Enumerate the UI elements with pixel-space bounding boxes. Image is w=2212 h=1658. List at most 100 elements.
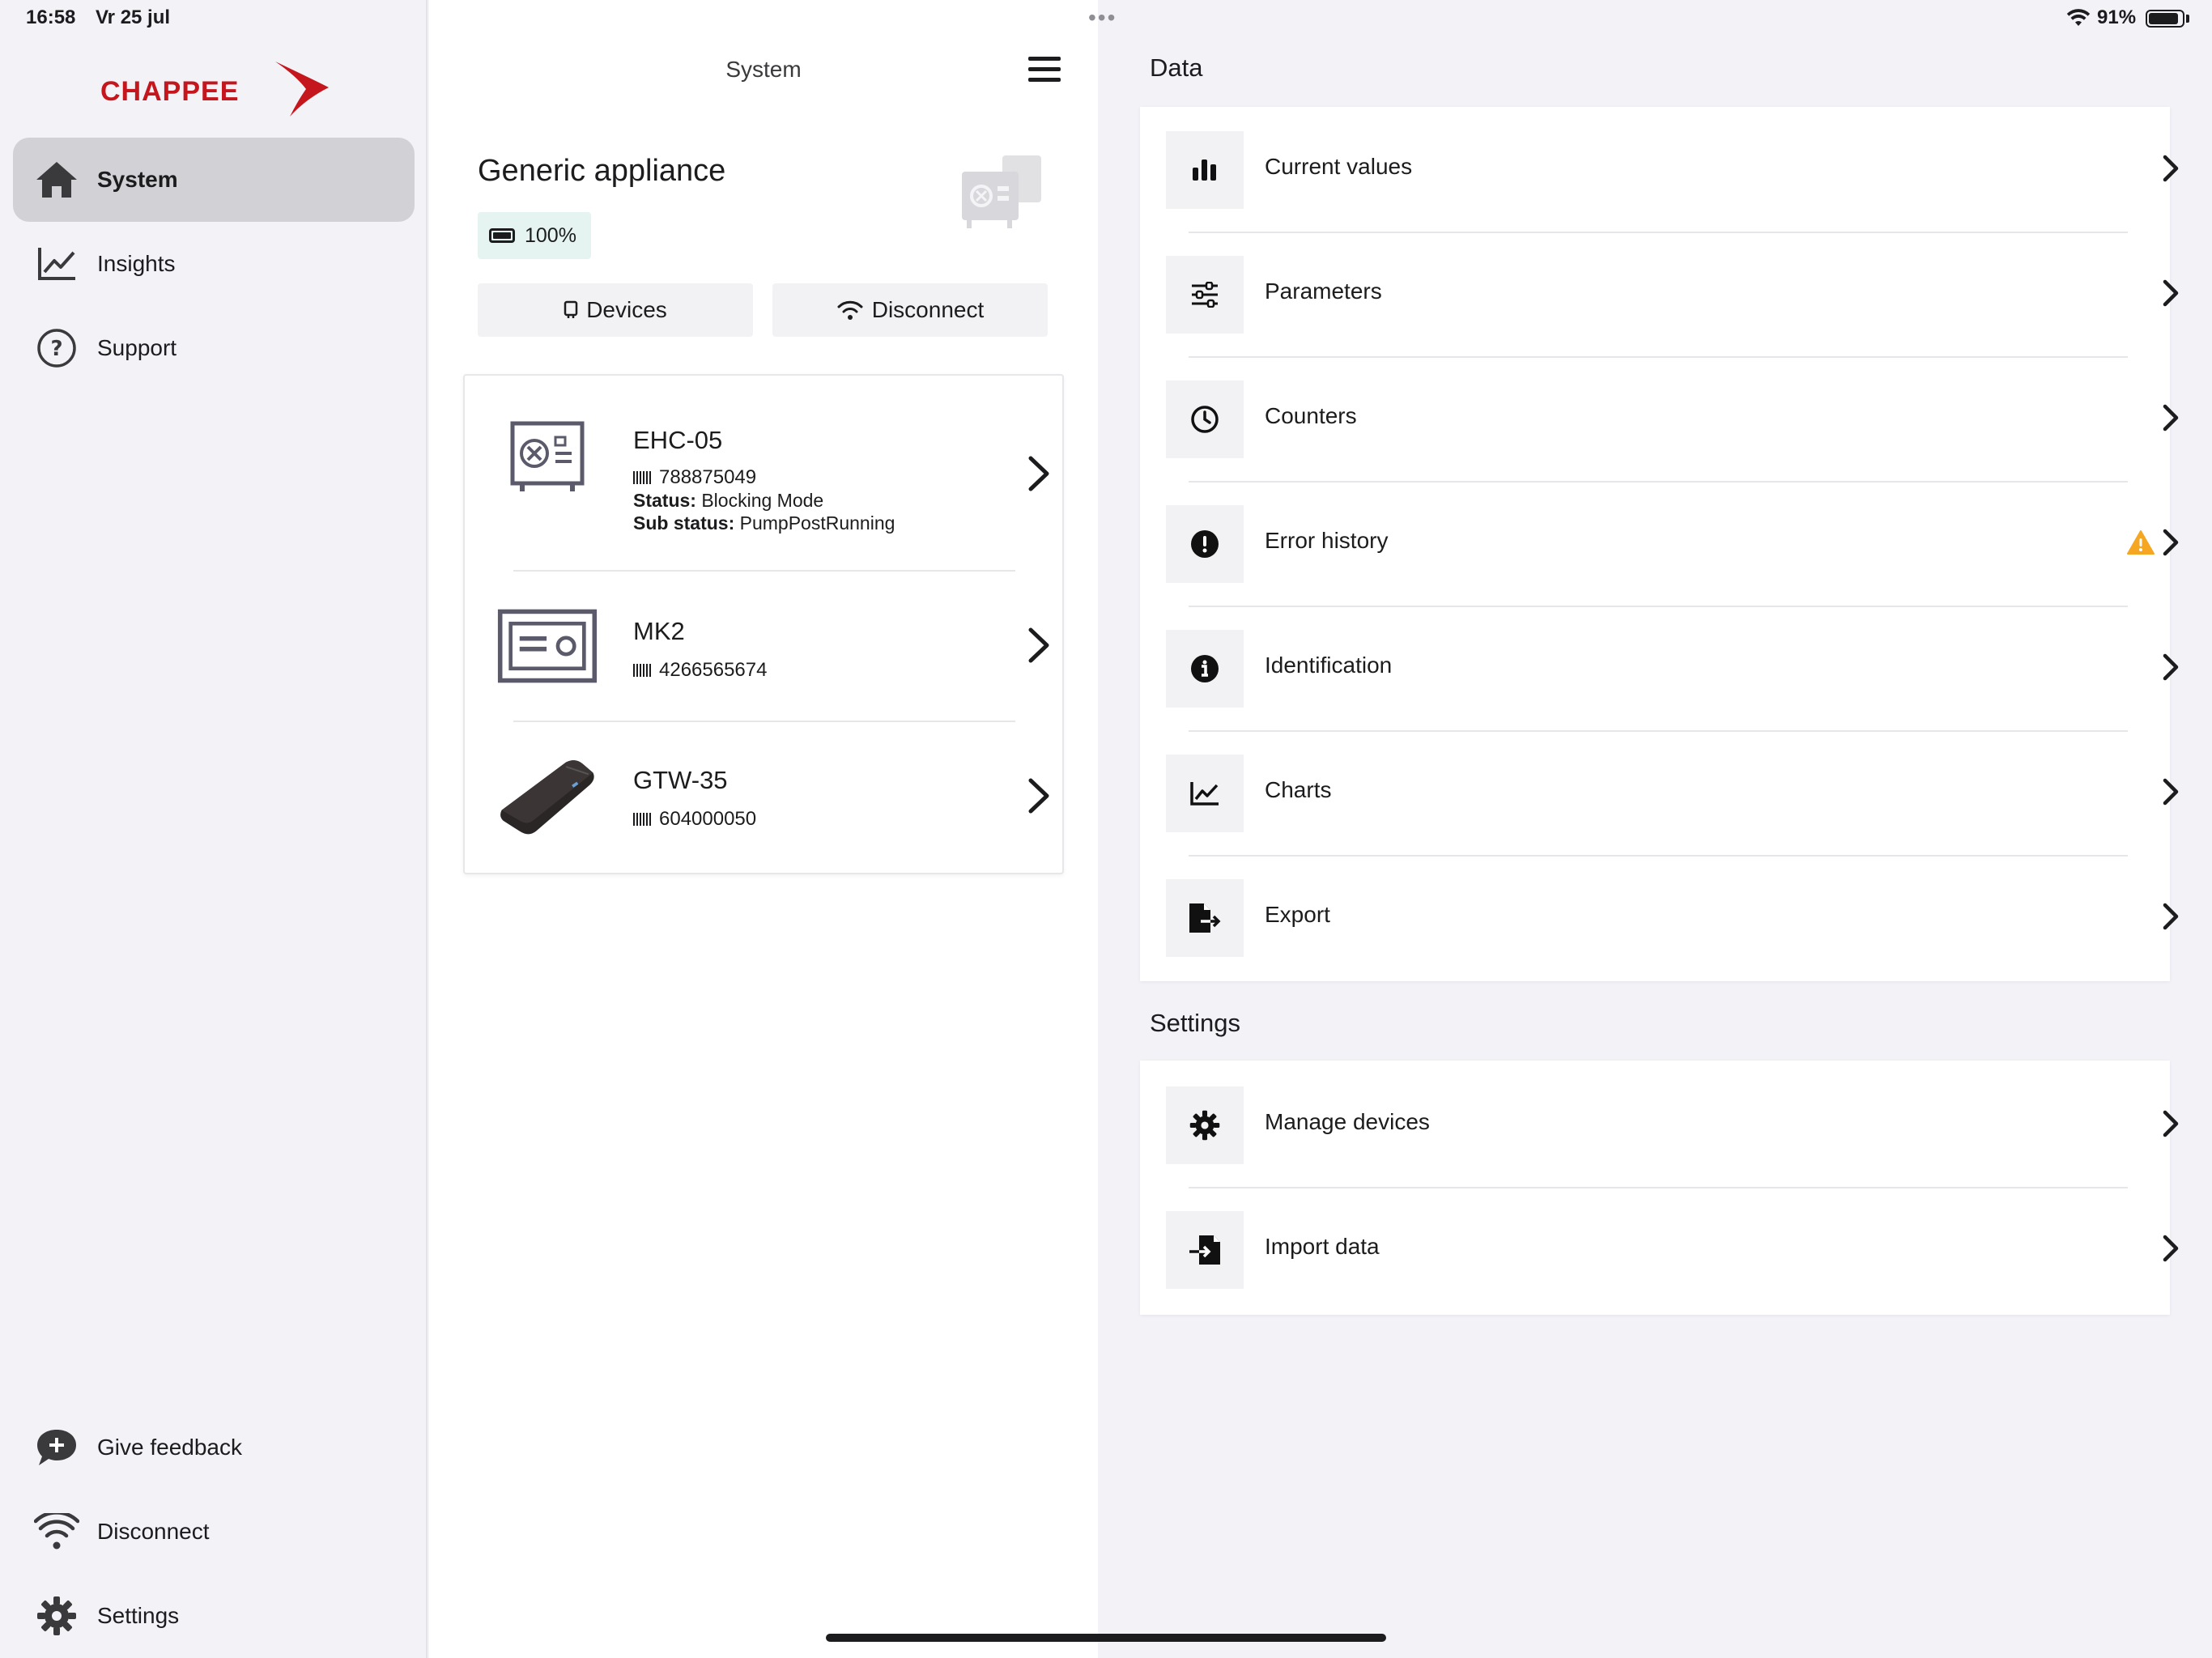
settings-list: Manage devices Import data: [1140, 1061, 2179, 1315]
device-serial: 604000050: [633, 808, 756, 831]
sidebar-item-label: Give feedback: [97, 1435, 242, 1460]
battery-badge-text: 100%: [525, 223, 576, 247]
list-item-gtw-35[interactable]: GTW-35 604000050: [465, 722, 1066, 873]
gateway-device-icon: [497, 753, 598, 842]
devices-button[interactable]: Devices: [478, 283, 753, 337]
barcode-icon: [633, 664, 651, 677]
page-title: System: [725, 57, 802, 82]
file-import-icon: [1166, 1211, 1244, 1289]
status-label: Status:: [633, 490, 696, 511]
list-item-label: Error history: [1265, 528, 1389, 553]
device-sub-status: Sub status: PumpPostRunning: [633, 512, 895, 534]
sidebar-item-disconnect[interactable]: Disconnect: [13, 1490, 415, 1574]
list-item-identification[interactable]: Identification: [1140, 606, 2179, 730]
hamburger-menu-icon[interactable]: [1028, 57, 1061, 86]
file-export-icon: [1166, 879, 1244, 957]
disconnect-button[interactable]: Disconnect: [772, 283, 1048, 337]
logo-swoosh-icon: [275, 62, 329, 117]
list-item-parameters[interactable]: Parameters: [1140, 232, 2179, 356]
list-item-charts[interactable]: Charts: [1140, 730, 2179, 855]
module-box-icon: [497, 606, 598, 687]
wifi-icon: [34, 1509, 79, 1554]
device-icon: [564, 300, 578, 320]
list-item-label: Export: [1265, 902, 1330, 927]
list-item-label: Current values: [1265, 154, 1413, 179]
status-date: Vr 25 jul: [96, 6, 171, 28]
list-item-label: Manage devices: [1265, 1109, 1430, 1134]
device-serial: 788875049: [633, 466, 756, 489]
home-icon: [34, 157, 79, 202]
battery-badge: 100%: [478, 212, 591, 259]
list-item-mk2[interactable]: MK2 4266565674: [465, 572, 1066, 721]
svg-text:?: ?: [50, 337, 62, 361]
list-item-label: Charts: [1265, 777, 1332, 802]
info-circle-icon: [1166, 630, 1244, 708]
sub-status-value: PumpPostRunning: [739, 512, 895, 534]
sidebar-item-settings[interactable]: Settings: [13, 1574, 415, 1658]
list-item-import-data[interactable]: Import data: [1140, 1187, 2179, 1312]
controller-panel-icon: [497, 421, 598, 494]
barcode-icon: [633, 471, 651, 484]
device-name: GTW-35: [633, 766, 728, 794]
wifi-icon: [836, 300, 864, 321]
chevron-right-icon: [2163, 903, 2179, 930]
battery-cap: [2186, 15, 2189, 23]
list-item-label: Parameters: [1265, 278, 1382, 304]
list-item-counters[interactable]: Counters: [1140, 356, 2179, 481]
chevron-right-icon: [2163, 778, 2179, 806]
list-item-label: Identification: [1265, 653, 1393, 678]
chevron-right-icon: [2163, 1110, 2179, 1137]
wifi-status-icon: [2066, 9, 2091, 26]
list-item-manage-devices[interactable]: Manage devices: [1140, 1062, 2179, 1187]
list-item-export[interactable]: Export: [1140, 855, 2179, 980]
chevron-right-icon: [1028, 778, 1049, 814]
data-pane: Data Current values Parameters Counters: [1098, 0, 2212, 1658]
appliance-icon: [962, 155, 1041, 228]
device-name: MK2: [633, 617, 685, 645]
gear-icon: [34, 1593, 79, 1639]
sub-status-label: Sub status:: [633, 512, 735, 534]
list-item-ehc-05[interactable]: EHC-05 788875049 Status: Blocking Mode S…: [465, 376, 1066, 570]
sidebar: CHAPPEE System Insights ? Support Give f…: [0, 0, 428, 1658]
sidebar-item-label: Disconnect: [97, 1519, 210, 1544]
home-indicator[interactable]: [826, 1634, 1386, 1642]
status-value: Blocking Mode: [701, 490, 824, 511]
chevron-right-icon: [2163, 1235, 2179, 1262]
disconnect-button-label: Disconnect: [871, 297, 985, 322]
clock-icon: [1166, 380, 1244, 458]
chevron-right-icon: [1028, 456, 1049, 491]
status-time: 16:58: [26, 6, 76, 28]
section-title-settings: Settings: [1150, 1009, 1241, 1037]
device-serial-number: 788875049: [659, 466, 757, 488]
list-item-error-history[interactable]: Error history: [1140, 481, 2179, 606]
list-item-label: Import data: [1265, 1234, 1380, 1259]
chevron-right-icon: [1028, 627, 1049, 663]
list-item-label: Counters: [1265, 403, 1357, 428]
devices-button-label: Devices: [586, 297, 667, 322]
appliance-name: Generic appliance: [478, 154, 726, 188]
sidebar-item-insights[interactable]: Insights: [13, 222, 415, 306]
multitask-dots-icon[interactable]: •••: [1088, 5, 1117, 31]
bar-chart-icon: [1166, 131, 1244, 209]
chevron-right-icon: [2163, 404, 2179, 432]
logo-text: CHAPPEE: [100, 76, 240, 107]
battery-full-icon: [489, 228, 515, 243]
line-chart-icon: [1166, 755, 1244, 832]
question-circle-icon: ?: [34, 325, 79, 371]
section-title-data: Data: [1150, 53, 1203, 82]
chevron-right-icon: [2163, 653, 2179, 681]
chevron-right-icon: [2163, 279, 2179, 307]
chart-line-icon: [34, 241, 79, 287]
system-pane: System Generic appliance 100% Devices Di…: [429, 0, 1098, 1658]
warning-icon: [2127, 530, 2155, 555]
chevron-right-icon: [2163, 155, 2179, 182]
sidebar-item-support[interactable]: ? Support: [13, 306, 415, 390]
sidebar-item-system[interactable]: System: [13, 138, 415, 222]
barcode-icon: [633, 813, 651, 826]
chat-plus-icon: [34, 1425, 79, 1470]
sidebar-item-label: Insights: [97, 251, 176, 276]
status-bar: 16:58 Vr 25 jul ••• 91%: [0, 0, 2212, 39]
list-item-current-values[interactable]: Current values: [1140, 107, 2179, 232]
sidebar-item-give-feedback[interactable]: Give feedback: [13, 1405, 415, 1490]
data-list: Current values Parameters Counters Error…: [1140, 107, 2179, 981]
